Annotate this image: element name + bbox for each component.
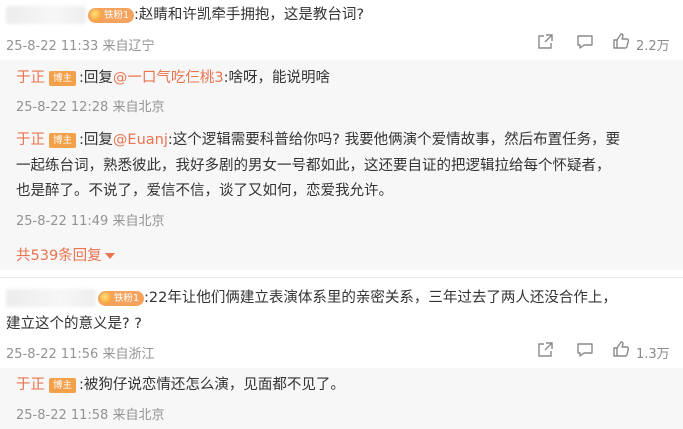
reply-text-line: 于正 博主:回复@一口气吃仨桃3:啥呀，能说明啥 xyxy=(16,70,331,86)
location: 来自北京 xyxy=(112,214,165,229)
fan-badge: 铁粉1 xyxy=(88,7,135,23)
share-icon[interactable] xyxy=(536,33,554,51)
comment-2-text-line: 铁粉1:22年让他们俩建立表演体系里的亲密关系，三年过去了两人还没合作上， xyxy=(98,288,617,308)
host-badge: 博主 xyxy=(49,70,77,86)
timestamp: 25-8-22 12:28 xyxy=(16,100,109,115)
timestamp: 25-8-22 11:56 xyxy=(6,347,99,362)
like-icon[interactable] xyxy=(612,340,630,358)
mention-link[interactable]: @一口气吃仨桃3 xyxy=(113,70,224,86)
location: 来自北京 xyxy=(112,100,165,115)
timestamp: 25-8-22 11:33 xyxy=(6,39,99,54)
chevron-down-icon xyxy=(104,253,115,259)
reply-thread-2: 于正 博主:被狗仔说恋情还怎么演，见面都不见了。 25-8-22 11:58 来自… xyxy=(0,368,683,429)
diamond-icon xyxy=(100,291,112,304)
reply-author[interactable]: 于正 xyxy=(16,132,45,148)
blurred-username[interactable] xyxy=(6,289,96,307)
mention-link[interactable]: @Euanj xyxy=(113,132,168,148)
reply-meta: 25-8-22 11:58 来自北京 xyxy=(16,404,165,423)
reply-meta: 25-8-22 11:49 来自北京 xyxy=(16,210,165,229)
more-replies-link[interactable]: 共539条回复 xyxy=(16,244,115,265)
reply-text-line: 一起练台词，熟悉彼此，我好多剧的男女一号都如此，这还要自证的把逻辑拉给每个怀疑者… xyxy=(16,158,611,174)
comment-text-line: 建立这个的意义是? ? xyxy=(6,316,143,332)
timestamp: 25-8-22 11:49 xyxy=(16,214,109,229)
reply-text-line: 于正 博主:被狗仔说恋情还怎么演，见面都不见了。 xyxy=(16,377,345,393)
location: 来自辽宁 xyxy=(102,39,155,54)
comment-meta: 25-8-22 11:56 来自浙江 xyxy=(6,343,155,362)
reply-author[interactable]: 于正 xyxy=(16,70,45,86)
reply-meta: 25-8-22 12:28 来自北京 xyxy=(16,96,165,115)
comment-text: :22年让他们俩建立表演体系里的亲密关系，三年过去了两人还没合作上， xyxy=(144,290,617,306)
host-badge: 博主 xyxy=(49,132,77,148)
timestamp: 25-8-22 11:58 xyxy=(16,408,109,423)
reply-author[interactable]: 于正 xyxy=(16,377,45,393)
fan-badge: 铁粉1 xyxy=(98,290,145,306)
comment-icon[interactable] xyxy=(576,33,594,51)
host-badge: 博主 xyxy=(49,377,77,393)
comment-meta: 25-8-22 11:33 来自辽宁 xyxy=(6,35,155,54)
share-icon[interactable] xyxy=(536,341,554,359)
comment-icon[interactable] xyxy=(576,341,594,359)
like-icon[interactable] xyxy=(612,32,630,50)
comment-text: :赵睛和许凯牵手拥抱，这是教台词? xyxy=(134,7,365,23)
blurred-username[interactable] xyxy=(6,6,86,24)
like-count: 2.2万 xyxy=(636,39,670,54)
like-count: 1.3万 xyxy=(636,347,670,362)
diamond-icon xyxy=(90,8,102,21)
location: 来自浙江 xyxy=(102,347,155,362)
reply-thread-1: 于正 博主:回复@一口气吃仨桃3:啥呀，能说明啥 25-8-22 12:28 来自… xyxy=(0,60,683,270)
location: 来自北京 xyxy=(112,408,165,423)
divider xyxy=(0,277,683,278)
comment-1-text-line: 铁粉1:赵睛和许凯牵手拥抱，这是教台词? xyxy=(88,5,364,25)
reply-text-line: 于正 博主:回复@Euanj:这个逻辑需要科普给你吗? 我要他俩演个爱情故事，然后… xyxy=(16,132,621,148)
reply-text-line: 也是醉了。不说了，爱信不信，谈了又如何，恋爱我允许。 xyxy=(16,183,393,199)
